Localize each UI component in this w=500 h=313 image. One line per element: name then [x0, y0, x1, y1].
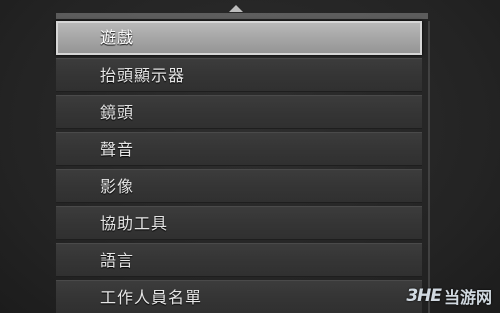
menu-item-label: 遊戲 [100, 28, 135, 47]
menu-top-divider [56, 13, 428, 19]
menu-item-credits[interactable]: 工作人員名單 [56, 280, 422, 313]
scrollbar-track[interactable] [428, 21, 430, 313]
settings-menu: 遊戲 抬頭顯示器 鏡頭 聲音 影像 協助工具 語言 工作人員名單 [56, 21, 428, 313]
settings-screen: 遊戲 抬頭顯示器 鏡頭 聲音 影像 協助工具 語言 工作人員名單 3HE 当游网 [0, 0, 500, 313]
watermark-site-name: 当游网 [443, 288, 492, 307]
menu-item-accessibility[interactable]: 協助工具 [56, 206, 422, 240]
menu-item-audio[interactable]: 聲音 [56, 132, 422, 166]
menu-item-label: 影像 [100, 177, 135, 196]
menu-item-label: 語言 [100, 251, 135, 270]
watermark-logo: 3HE [406, 286, 442, 306]
menu-item-video[interactable]: 影像 [56, 169, 422, 203]
menu-item-label: 工作人員名單 [100, 288, 203, 307]
menu-item-label: 協助工具 [100, 214, 169, 233]
menu-item-label: 聲音 [100, 140, 135, 159]
scroll-up-icon[interactable] [229, 5, 243, 12]
menu-item-hud[interactable]: 抬頭顯示器 [56, 58, 422, 92]
menu-item-language[interactable]: 語言 [56, 243, 422, 277]
menu-item-camera[interactable]: 鏡頭 [56, 95, 422, 129]
menu-item-label: 抬頭顯示器 [100, 66, 186, 85]
menu-item-label: 鏡頭 [100, 103, 135, 122]
site-watermark: 3HE 当游网 [406, 284, 492, 308]
menu-item-game[interactable]: 遊戲 [56, 21, 422, 55]
